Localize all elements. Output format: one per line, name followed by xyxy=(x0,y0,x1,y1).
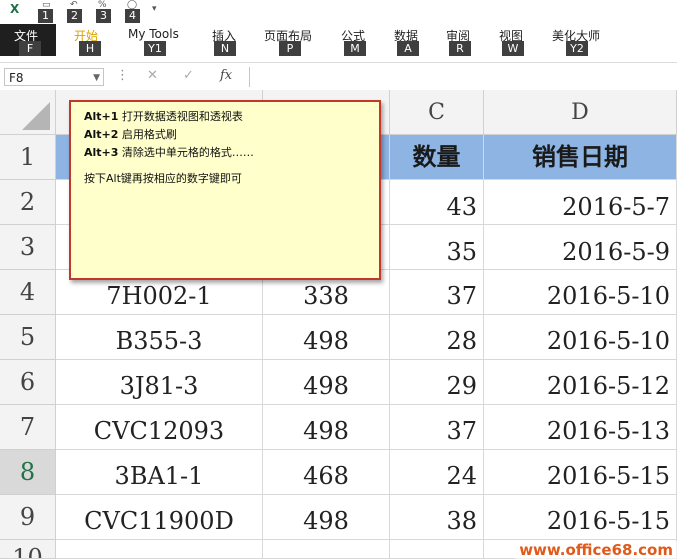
keytip-view: W xyxy=(502,41,524,56)
row-header-5[interactable]: 5 xyxy=(0,315,56,360)
tooltip-line-2: Alt+2 启用格式刷 xyxy=(84,128,177,141)
keytip-file: F xyxy=(19,41,41,56)
cell-a9[interactable]: CVC11900D xyxy=(56,495,263,540)
cell-d1[interactable]: 销售日期 xyxy=(484,135,677,180)
cell-c2[interactable]: 43 xyxy=(390,180,484,225)
cell-d5[interactable]: 2016-5-10 xyxy=(484,315,677,360)
cell-c3[interactable]: 35 xyxy=(390,225,484,270)
formula-bar: F8 ▼ ⋮ ✕ ✓ fx xyxy=(0,62,677,92)
qat-dropdown-icon[interactable]: ▾ xyxy=(152,4,157,14)
cell-d2[interactable]: 2016-5-7 xyxy=(484,180,677,225)
cell-d7[interactable]: 2016-5-13 xyxy=(484,405,677,450)
keytip-my-tools: Y1 xyxy=(144,41,166,56)
cell-c5[interactable]: 28 xyxy=(390,315,484,360)
cell-b6[interactable]: 498 xyxy=(263,360,390,405)
column-header-d[interactable]: D xyxy=(484,90,677,135)
row-header-9[interactable]: 9 xyxy=(0,495,56,540)
row-header-4[interactable]: 4 xyxy=(0,270,56,315)
cell-c9[interactable]: 38 xyxy=(390,495,484,540)
cell-c8[interactable]: 24 xyxy=(390,450,484,495)
keytip-page-layout: P xyxy=(279,41,301,56)
cell-d6[interactable]: 2016-5-12 xyxy=(484,360,677,405)
cell-a10[interactable] xyxy=(56,540,263,559)
cell-a6[interactable]: 3J81-3 xyxy=(56,360,263,405)
cell-d9[interactable]: 2016-5-15 xyxy=(484,495,677,540)
cell-b7[interactable]: 498 xyxy=(263,405,390,450)
keytip-beautify-master: Y2 xyxy=(566,41,588,56)
cell-d3[interactable]: 2016-5-9 xyxy=(484,225,677,270)
cell-b9[interactable]: 498 xyxy=(263,495,390,540)
select-all-corner[interactable] xyxy=(0,90,56,135)
row-header-1[interactable]: 1 xyxy=(0,135,56,180)
qat-keytip-2: 2 xyxy=(67,9,82,23)
cell-a7[interactable]: CVC12093 xyxy=(56,405,263,450)
watermark: www.office68.com xyxy=(515,541,677,559)
row-header-2[interactable]: 2 xyxy=(0,180,56,225)
row-header-3[interactable]: 3 xyxy=(0,225,56,270)
cell-a5[interactable]: B355-3 xyxy=(56,315,263,360)
chevron-down-icon[interactable]: ▼ xyxy=(93,69,100,87)
qat-keytip-3: 3 xyxy=(96,9,111,23)
cell-b10[interactable] xyxy=(263,540,390,559)
name-box[interactable]: F8 ▼ xyxy=(4,68,104,86)
row-header-8[interactable]: 8 xyxy=(0,450,56,495)
row-header-7[interactable]: 7 xyxy=(0,405,56,450)
cell-c4[interactable]: 37 xyxy=(390,270,484,315)
insert-function-icon[interactable]: fx xyxy=(220,68,232,83)
keytip-data: A xyxy=(397,41,419,56)
cancel-icon[interactable]: ✕ xyxy=(147,68,158,83)
cell-c6[interactable]: 29 xyxy=(390,360,484,405)
cell-c7[interactable]: 37 xyxy=(390,405,484,450)
keytip-home: H xyxy=(79,41,101,56)
more-options-icon[interactable]: ⋮ xyxy=(116,68,129,83)
cell-c1[interactable]: 数量 xyxy=(390,135,484,180)
confirm-icon[interactable]: ✓ xyxy=(183,68,194,83)
tab-my-tools[interactable]: My Tools xyxy=(128,27,179,41)
row-header-10[interactable]: 10 xyxy=(0,540,56,559)
tooltip-line-3: Alt+3 清除选中单元格的格式…… xyxy=(84,146,254,159)
qat-keytip-4: 4 xyxy=(125,9,140,23)
cell-b5[interactable]: 498 xyxy=(263,315,390,360)
keytip-review: R xyxy=(449,41,471,56)
formula-input[interactable] xyxy=(249,67,677,87)
keytip-insert: N xyxy=(214,41,236,56)
tooltip-line-1: Alt+1 打开数据透视图和透视表 xyxy=(84,110,243,123)
cell-d4[interactable]: 2016-5-10 xyxy=(484,270,677,315)
tooltip-note: 按下Alt键再按相应的数字键即可 xyxy=(84,172,242,185)
name-box-value: F8 xyxy=(9,71,24,85)
cell-a8[interactable]: 3BA1-1 xyxy=(56,450,263,495)
qat-keytip-1: 1 xyxy=(38,9,53,23)
cell-b8[interactable]: 468 xyxy=(263,450,390,495)
cell-d8[interactable]: 2016-5-15 xyxy=(484,450,677,495)
column-header-c[interactable]: C xyxy=(390,90,484,135)
ribbon: X ▭ ↶ % ◯ ▾ 1 2 3 4 文件 F 开始 H My Tools Y… xyxy=(0,0,677,62)
row-header-6[interactable]: 6 xyxy=(0,360,56,405)
cell-c10[interactable] xyxy=(390,540,484,559)
keytip-formulas: M xyxy=(344,41,366,56)
excel-icon[interactable]: X xyxy=(10,2,19,16)
select-all-triangle-icon xyxy=(22,102,50,130)
keyboard-shortcut-tooltip: Alt+1 打开数据透视图和透视表 Alt+2 启用格式刷 Alt+3 清除选中… xyxy=(69,100,381,280)
